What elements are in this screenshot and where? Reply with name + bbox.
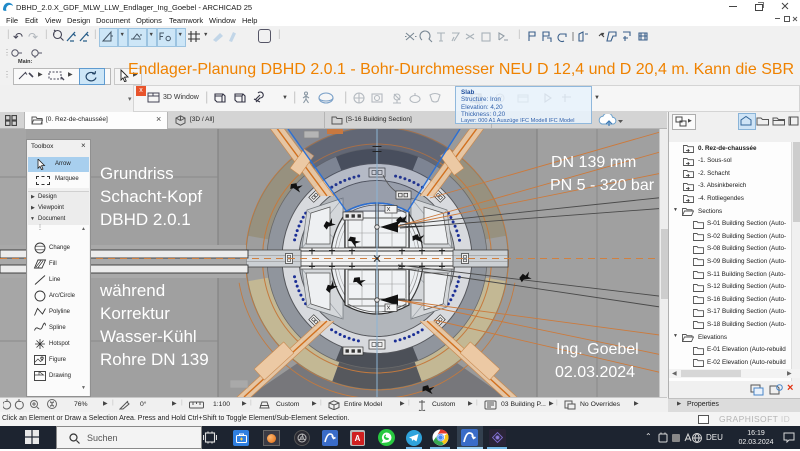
svg-text:DN 139 mm: DN 139 mm (551, 154, 636, 171)
svg-text:Rohre DN 139: Rohre DN 139 (100, 350, 209, 369)
svg-text:DBHD 2.0.1: DBHD 2.0.1 (100, 210, 191, 229)
svg-text:PN 5 - 320 bar: PN 5 - 320 bar (550, 177, 655, 194)
svg-text:Ing. Goebel: Ing. Goebel (556, 341, 639, 358)
svg-text:Korrektur: Korrektur (100, 304, 170, 323)
svg-text:Schacht-Kopf: Schacht-Kopf (100, 187, 202, 206)
svg-text:während: während (99, 281, 165, 300)
svg-text:Grundriss: Grundriss (100, 164, 174, 183)
svg-text:Wasser-Kühl: Wasser-Kühl (100, 327, 197, 346)
svg-text:02.03.2024: 02.03.2024 (555, 364, 635, 381)
